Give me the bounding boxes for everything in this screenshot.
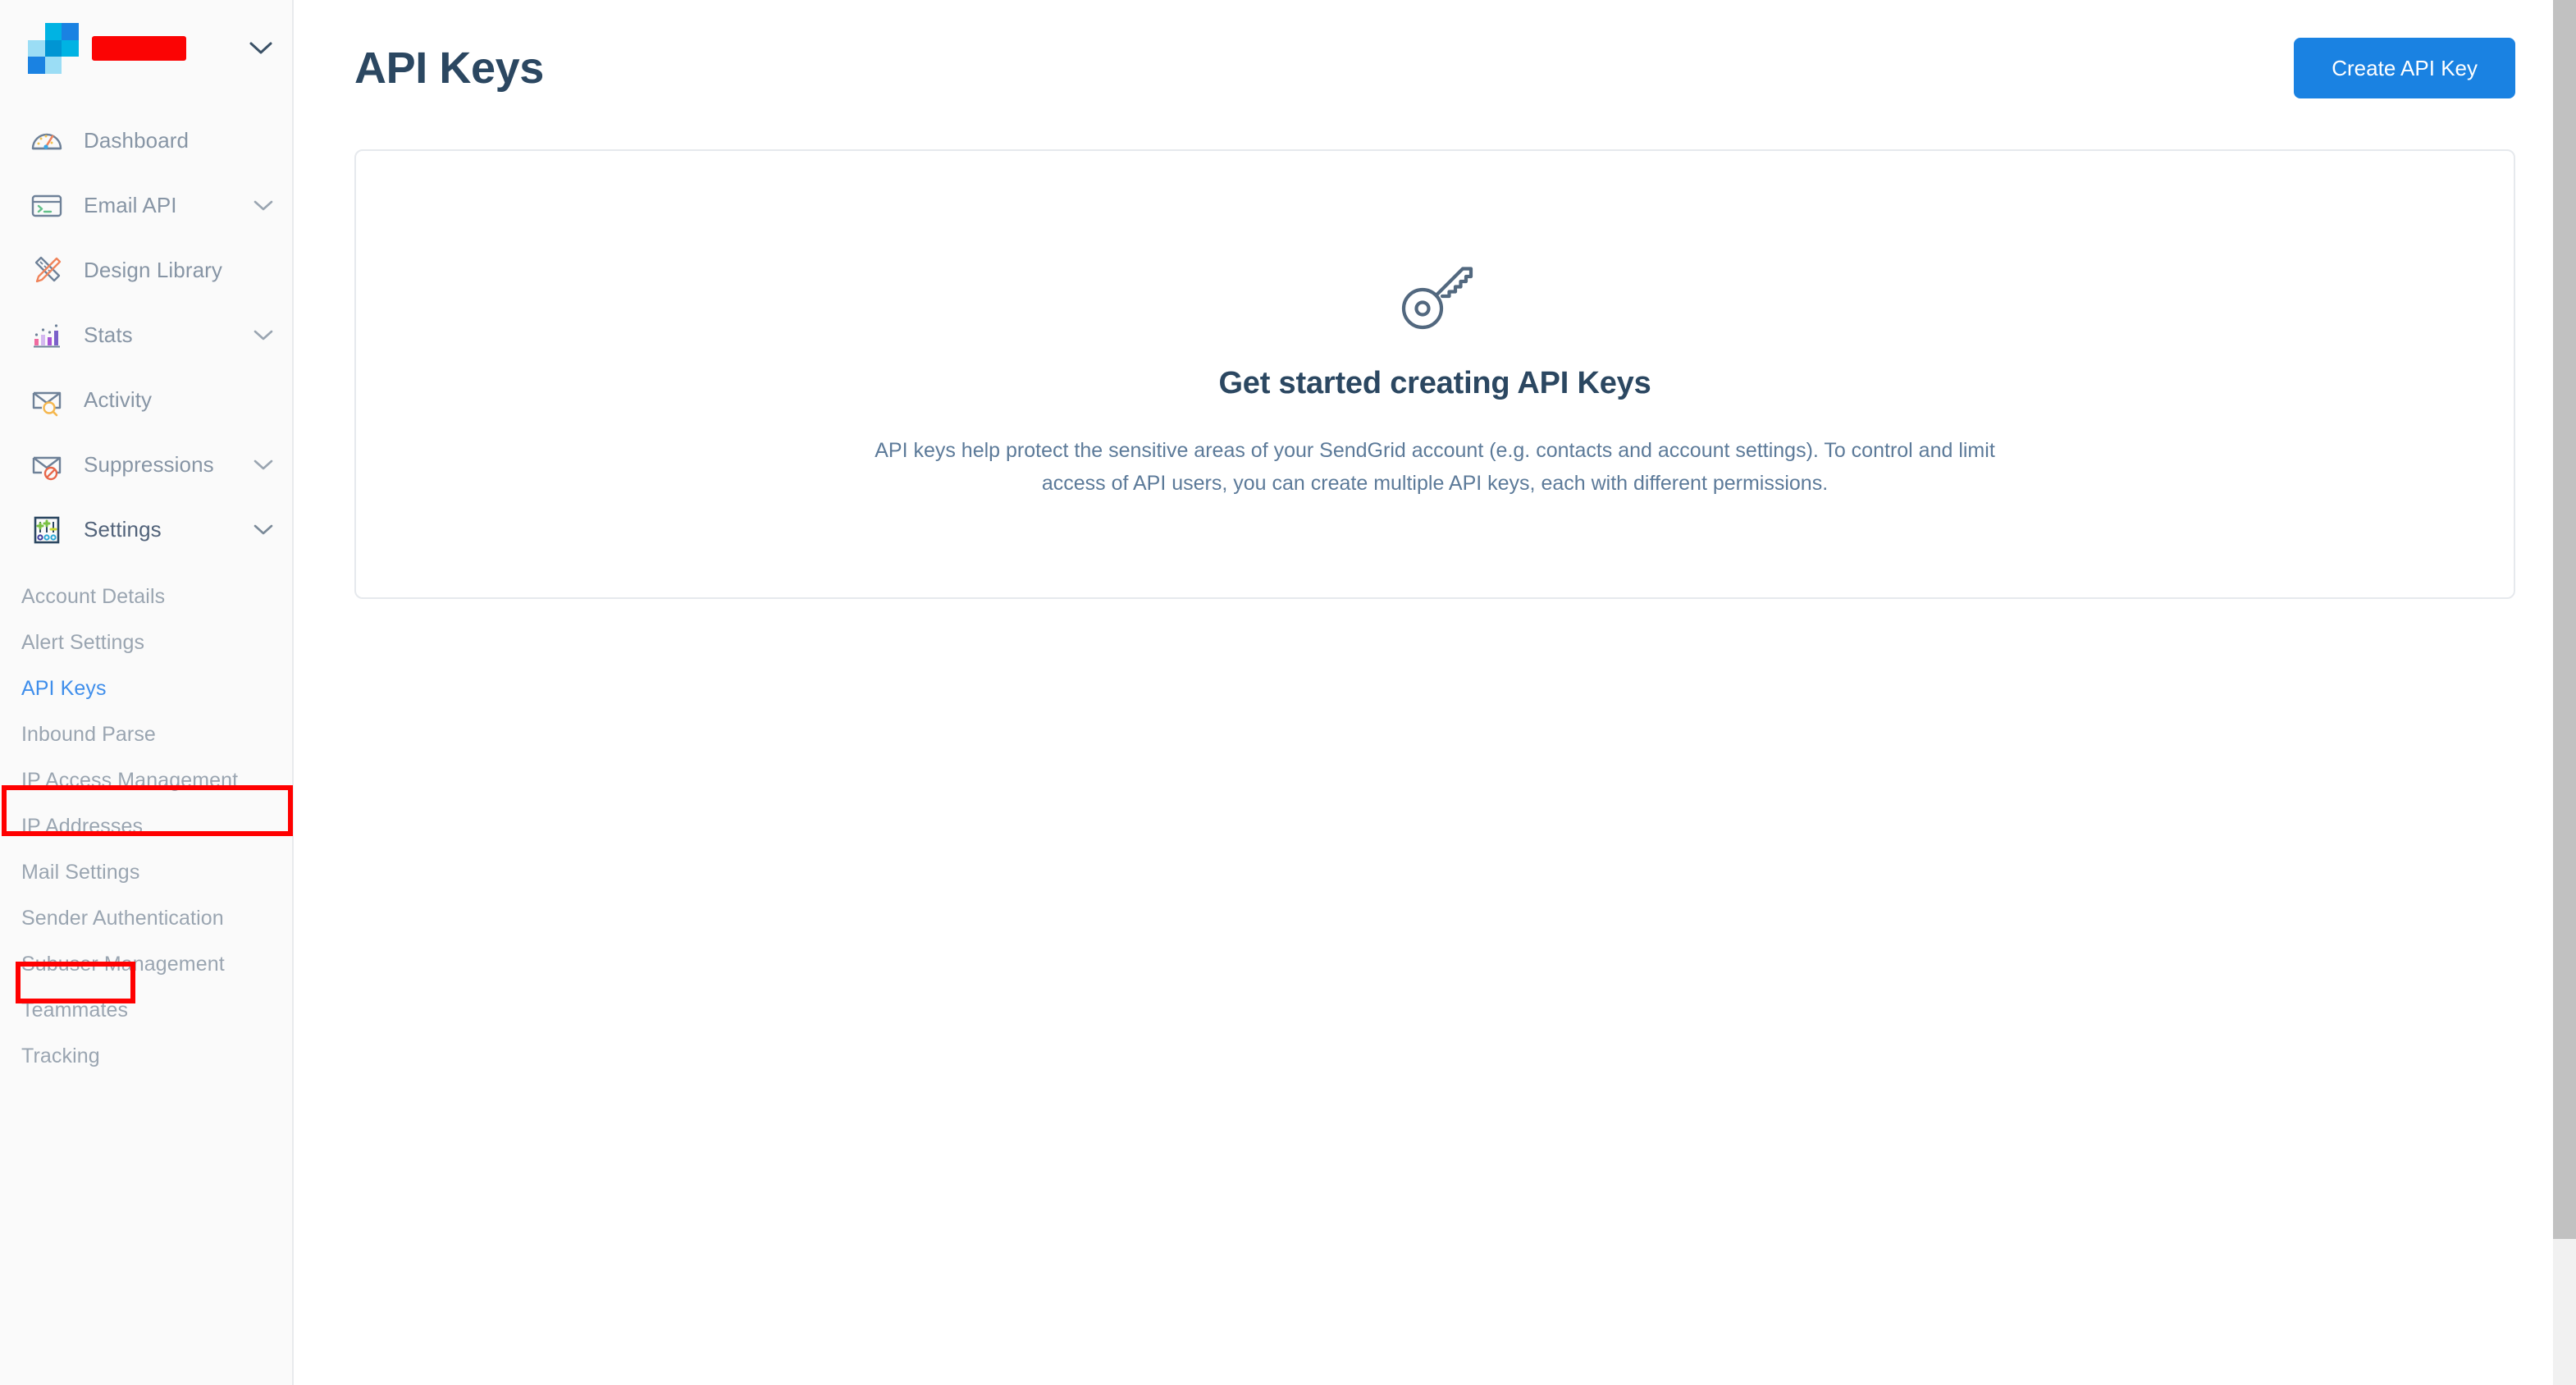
sidebar-item-subuser-management[interactable]: Subuser Management (0, 941, 292, 987)
sidebar-item-alert-settings[interactable]: Alert Settings (0, 619, 292, 665)
sidebar-item-ip-addresses[interactable]: IP Addresses (0, 803, 292, 849)
chevron-down-icon[interactable] (253, 199, 274, 212)
account-name-redacted (92, 36, 186, 61)
sidebar-item-settings[interactable]: Settings (0, 497, 292, 562)
primary-nav: Dashboard Email API Design Library Stats… (0, 97, 292, 1079)
sidebar: Dashboard Email API Design Library Stats… (0, 0, 294, 1385)
subnav-label: Teammates (21, 998, 129, 1022)
sidebar-item-label: Suppressions (84, 452, 214, 477)
subnav-label: Mail Settings (21, 860, 140, 884)
sidebar-item-label: Activity (84, 387, 153, 412)
subnav-label: Alert Settings (21, 630, 145, 654)
sidebar-item-stats[interactable]: Stats (0, 303, 292, 368)
subnav-label: IP Addresses (21, 814, 144, 838)
vertical-scrollbar[interactable] (2553, 0, 2576, 1385)
dashboard-gauge-icon (28, 122, 66, 160)
sidebar-item-teammates[interactable]: Teammates (0, 987, 292, 1033)
sidebar-item-mail-settings[interactable]: Mail Settings (0, 849, 292, 895)
subnav-label: Tracking (21, 1044, 100, 1067)
brand-header[interactable] (0, 0, 292, 97)
sidebar-item-label: Settings (84, 517, 162, 542)
suppressions-envelope-block-icon (28, 446, 66, 484)
email-api-terminal-icon (28, 187, 66, 225)
main-content: API Keys Create API Key Get started crea… (294, 0, 2576, 1385)
subnav-label: Account Details (21, 584, 166, 608)
sidebar-item-label: Design Library (84, 258, 223, 282)
subnav-label: IP Access Management (21, 768, 239, 792)
sidebar-item-account-details[interactable]: Account Details (0, 574, 292, 619)
page-header: API Keys Create API Key (294, 0, 2576, 98)
key-icon (1389, 249, 1481, 345)
sidebar-item-label: Email API (84, 193, 177, 217)
api-keys-empty-state-card: Get started creating API Keys API keys h… (354, 149, 2515, 599)
sendgrid-logo (28, 23, 79, 74)
scrollbar-thumb[interactable] (2553, 0, 2576, 1239)
chevron-down-icon[interactable] (244, 41, 277, 56)
app-root: Dashboard Email API Design Library Stats… (0, 0, 2576, 1385)
subnav-label: Subuser Management (21, 952, 225, 976)
sidebar-item-label: Stats (84, 322, 133, 347)
sidebar-item-sender-authentication[interactable]: Sender Authentication (0, 895, 292, 941)
subnav-label: API Keys (21, 676, 107, 700)
sidebar-item-email-api[interactable]: Email API (0, 173, 292, 238)
chevron-down-icon[interactable] (253, 523, 274, 536)
sidebar-item-tracking[interactable]: Tracking (0, 1033, 292, 1079)
settings-submenu: Account Details Alert Settings API Keys … (0, 562, 292, 1079)
create-api-key-button[interactable]: Create API Key (2294, 38, 2515, 98)
settings-sliders-icon (28, 511, 66, 549)
subnav-label: Inbound Parse (21, 722, 156, 746)
empty-state-title: Get started creating API Keys (1218, 365, 1651, 400)
sidebar-item-api-keys[interactable]: API Keys (0, 665, 292, 711)
activity-envelope-search-icon (28, 382, 66, 419)
sidebar-item-ip-access-management[interactable]: IP Access Management (0, 757, 292, 803)
sidebar-item-label: Dashboard (84, 128, 190, 153)
sidebar-item-dashboard[interactable]: Dashboard (0, 108, 292, 173)
account-selector[interactable] (92, 36, 244, 61)
sidebar-item-suppressions[interactable]: Suppressions (0, 432, 292, 497)
chevron-down-icon[interactable] (253, 459, 274, 471)
sidebar-item-design-library[interactable]: Design Library (0, 238, 292, 303)
stats-bar-chart-icon (28, 317, 66, 354)
subnav-label: Sender Authentication (21, 906, 224, 930)
design-library-ruler-pencil-icon (28, 252, 66, 290)
sidebar-item-inbound-parse[interactable]: Inbound Parse (0, 711, 292, 757)
sidebar-item-activity[interactable]: Activity (0, 368, 292, 432)
empty-state-body: API keys help protect the sensitive area… (875, 438, 1995, 496)
chevron-down-icon[interactable] (253, 329, 274, 341)
page-title: API Keys (354, 43, 544, 93)
